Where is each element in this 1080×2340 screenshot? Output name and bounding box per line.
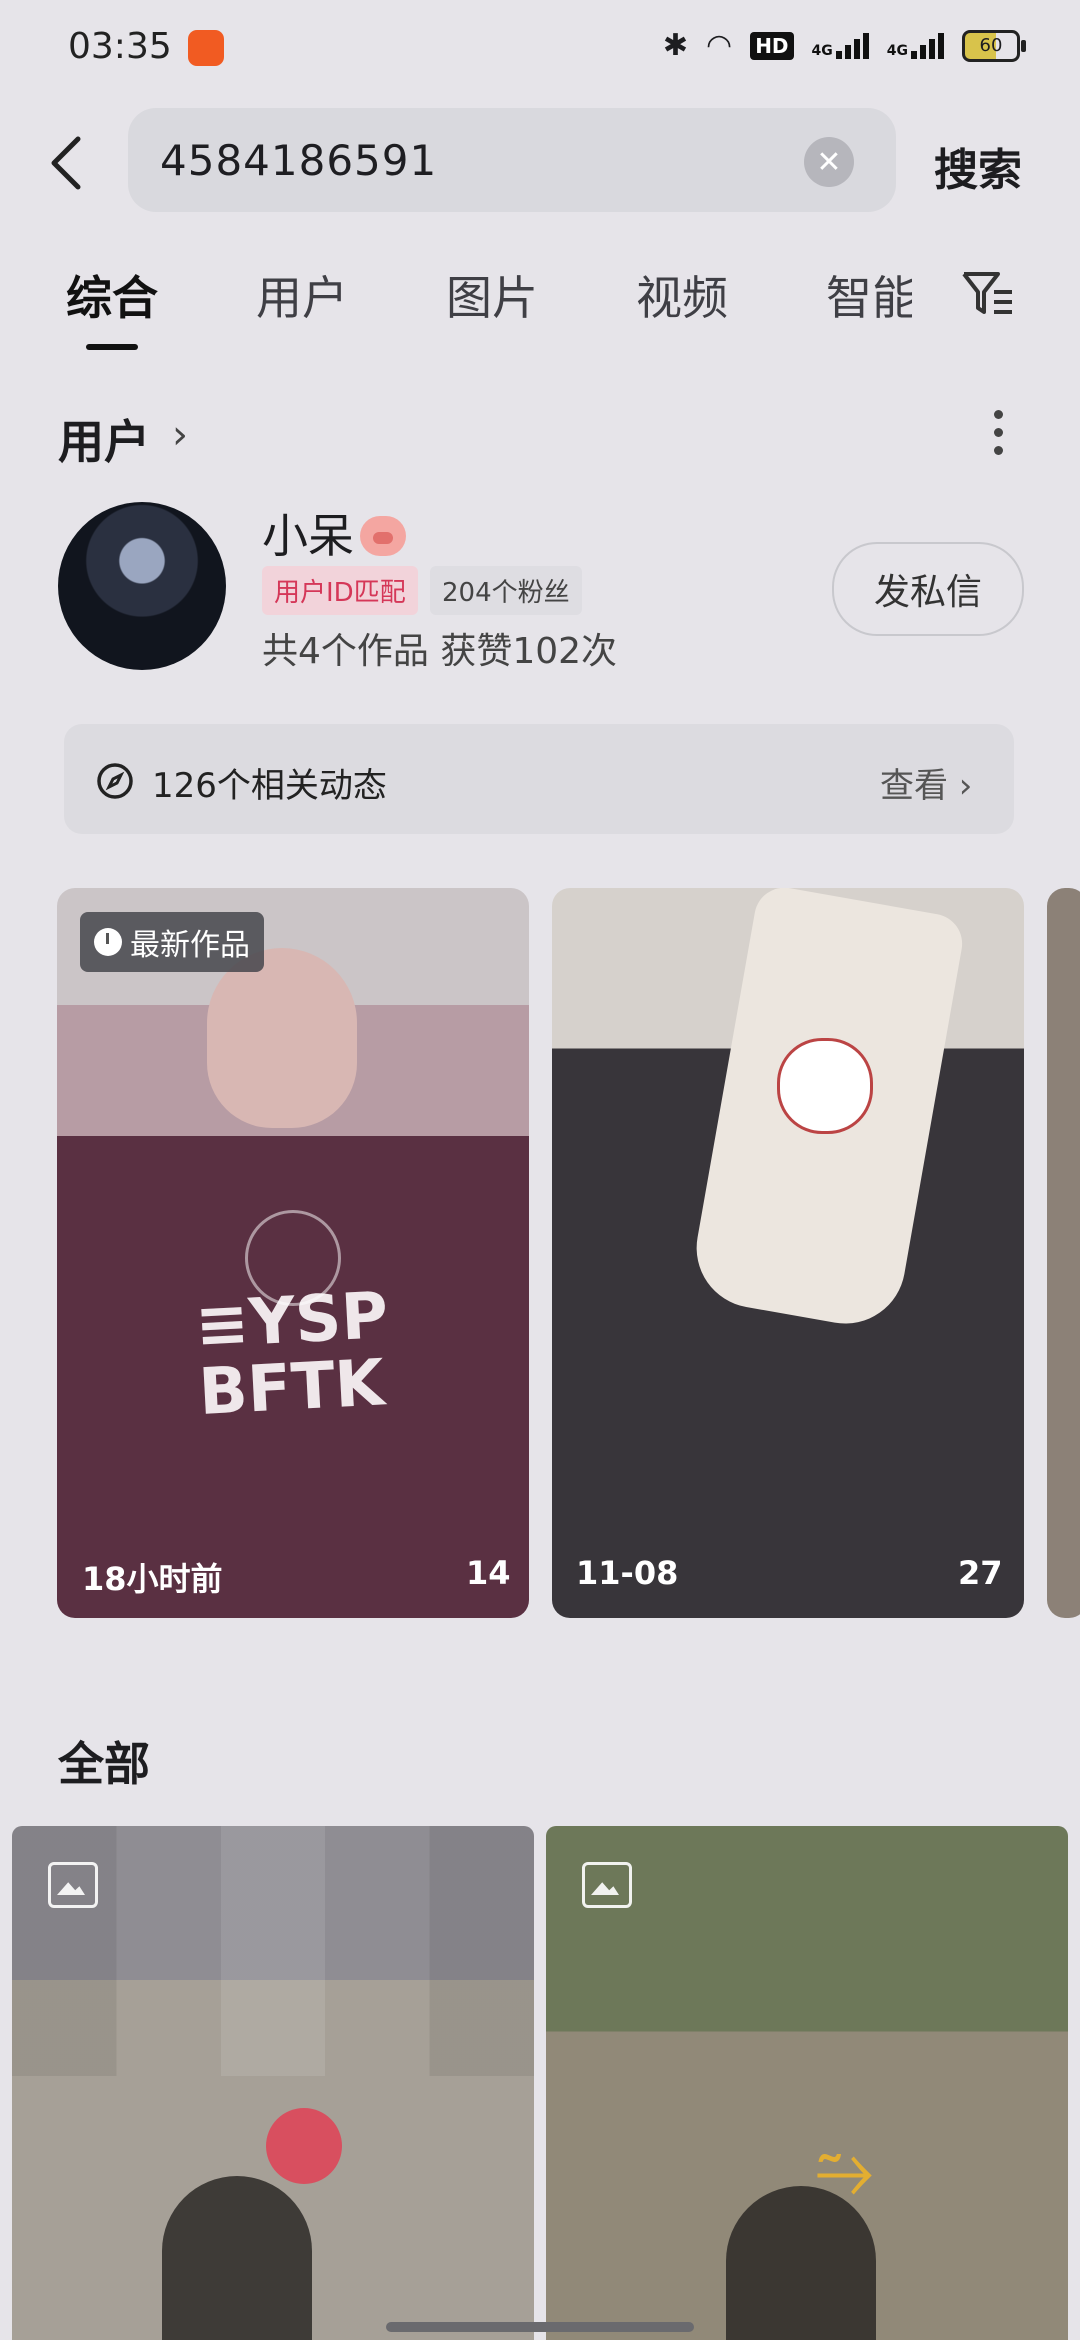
- grid-item[interactable]: ⥲: [546, 1826, 1068, 2340]
- search-button[interactable]: 搜索: [934, 134, 1022, 198]
- compass-icon: [97, 763, 133, 799]
- work-image-face: [207, 948, 357, 1128]
- fans-count-tag: 204个粉丝: [430, 566, 582, 615]
- latest-work-badge: 最新作品: [80, 912, 264, 972]
- back-arrow-icon[interactable]: [46, 135, 86, 191]
- app-notification-icon: [188, 30, 224, 66]
- work-time: 11-08: [576, 1554, 679, 1592]
- status-icons: ✱ ◠ HD 4G 4G 60: [662, 28, 1026, 63]
- image-gallery-icon: [48, 1862, 98, 1908]
- tab-bar: 综合 用户 图片 视频 智能: [66, 262, 966, 350]
- work-count: 27: [958, 1554, 1003, 1592]
- user-stats: 共4个作品 获赞102次: [262, 631, 618, 672]
- clock-icon: [94, 928, 122, 956]
- signal-1: 4G: [812, 32, 869, 59]
- hd-icon: HD: [750, 31, 794, 60]
- work-card[interactable]: [552, 888, 1024, 1618]
- clear-icon[interactable]: ✕: [804, 137, 854, 187]
- tab-comprehensive[interactable]: 综合: [66, 262, 158, 350]
- send-message-button[interactable]: 发私信: [832, 542, 1024, 636]
- tab-images[interactable]: 图片: [446, 262, 538, 328]
- tab-videos[interactable]: 视频: [636, 262, 728, 328]
- work-card-partial[interactable]: [1047, 888, 1080, 1618]
- wifi-icon: ◠: [706, 28, 733, 63]
- view-more-link[interactable]: 查看 ›: [880, 758, 972, 807]
- tab-smart[interactable]: 智能: [826, 262, 912, 328]
- battery-icon: 60: [962, 29, 1026, 62]
- work-count: 14: [466, 1554, 511, 1592]
- all-section-title: 全部: [58, 1737, 150, 1791]
- image-gallery-icon: [582, 1862, 632, 1908]
- id-match-tag: 用户ID匹配: [262, 566, 418, 615]
- avatar[interactable]: [58, 502, 226, 670]
- signal-2: 4G: [887, 32, 944, 59]
- work-card[interactable]: ≡YSP BFTK: [57, 888, 529, 1618]
- grid-item[interactable]: [12, 1826, 534, 2340]
- related-feed-label[interactable]: 126个相关动态: [152, 758, 387, 807]
- more-vertical-icon[interactable]: [994, 410, 1004, 464]
- user-name[interactable]: 小呆: [262, 500, 406, 566]
- pig-emoji-icon: [360, 516, 406, 556]
- users-section-title[interactable]: 用户: [58, 406, 150, 472]
- chevron-right-icon[interactable]: ›: [172, 412, 188, 458]
- status-time: 03:35: [68, 26, 172, 67]
- home-indicator[interactable]: [386, 2322, 694, 2332]
- bluetooth-icon: ✱: [662, 28, 688, 63]
- sticker-image: [266, 2108, 342, 2184]
- search-query-text[interactable]: 4584186591: [160, 136, 437, 185]
- tab-users[interactable]: 用户: [256, 262, 348, 328]
- work-time: 18小时前: [82, 1560, 223, 1598]
- filter-icon[interactable]: [962, 268, 1014, 318]
